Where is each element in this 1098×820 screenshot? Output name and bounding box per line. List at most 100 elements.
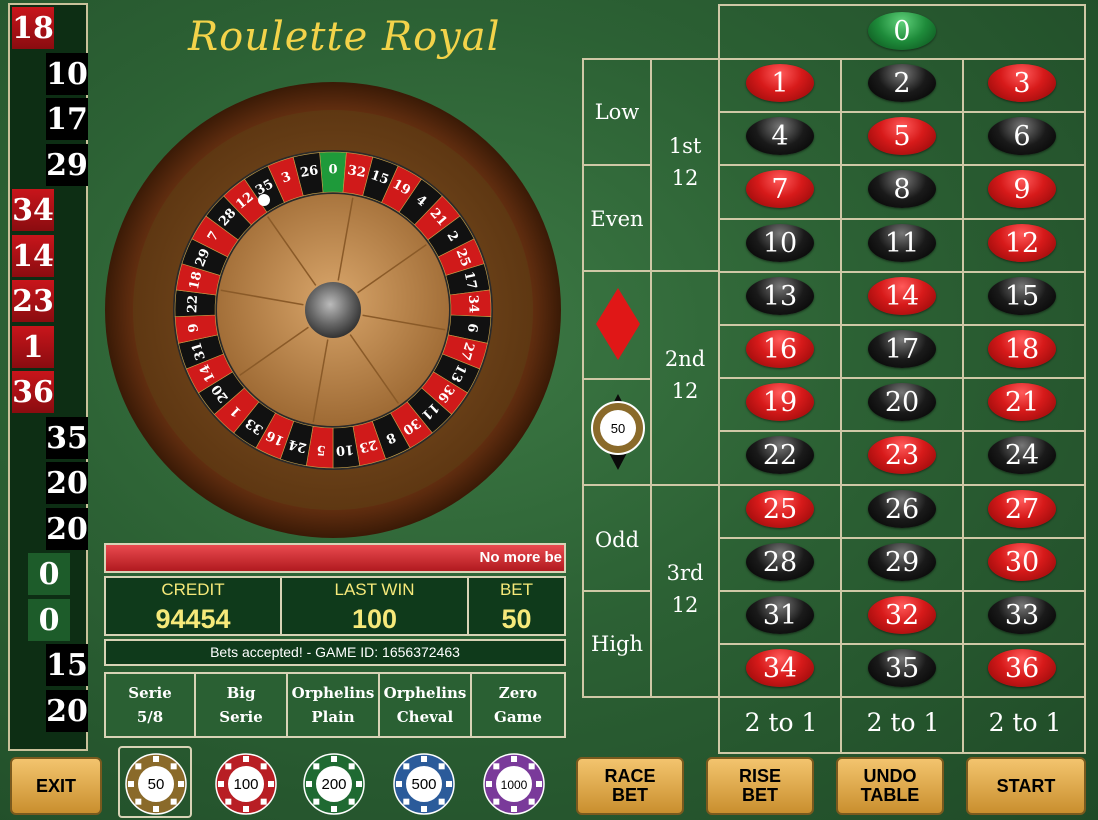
wheel-number: 10 [335,441,354,457]
number-16[interactable]: 16 [746,330,814,368]
history-number: 34 [12,189,54,231]
history-number: 0 [28,598,70,641]
number-11[interactable]: 11 [868,223,936,262]
number-22[interactable]: 22 [746,436,814,475]
number-15[interactable]: 15 [988,276,1056,315]
race-bet-button[interactable]: RACE BET [576,757,684,815]
number-12[interactable]: 12 [988,223,1056,262]
bet-chip-on-black[interactable]: 50 [590,392,646,472]
number-35[interactable]: 35 [868,649,936,688]
history-panel: 18 10 17 29 34 14 23 1 36 35 20 20 0 0 15 20 [8,3,88,751]
history-number: 0 [28,553,70,595]
chip-value: 1000 [501,778,528,792]
history-number: 1 [12,325,54,368]
race-bet-zero-game[interactable]: Zero Game [472,674,564,736]
number-18[interactable]: 18 [988,330,1056,368]
bet-box: BET 50 [469,578,564,634]
roulette-wheel: 0 32 15 19421225173462713361130823105241633… [105,82,561,538]
bet-odd[interactable]: Odd [584,528,650,552]
number-9[interactable]: 9 [988,170,1056,209]
rise-bet-button[interactable]: RISE BET [706,757,814,815]
column-3-bet[interactable]: 2 to 1 [966,708,1084,737]
number-14[interactable]: 14 [868,276,936,315]
chip-value: 100 [233,776,258,793]
number-30[interactable]: 30 [988,542,1056,581]
wheel-number: 9 [186,322,202,333]
number-32[interactable]: 32 [868,596,936,634]
history-number: 10 [46,52,88,95]
column-1-bet[interactable]: 2 to 1 [722,708,840,737]
number-4[interactable]: 4 [746,117,814,156]
exit-button[interactable]: EXIT [10,757,102,815]
number-27[interactable]: 27 [988,489,1056,528]
number-21[interactable]: 21 [988,383,1056,422]
race-bet-orphelins-plain[interactable]: Orphelins Plain [288,674,380,736]
number-31[interactable]: 31 [746,596,814,634]
chip-value: 500 [411,776,436,793]
history-number: 17 [46,98,88,140]
wheel-number: 26 [299,163,319,181]
history-number: 29 [46,143,88,186]
bet-dozen-3[interactable]: 3rd 12 [652,557,718,621]
number-33[interactable]: 33 [988,596,1056,634]
last-win-label: LAST WIN [334,580,415,599]
number-20[interactable]: 20 [868,383,936,422]
number-34[interactable]: 34 [746,649,814,688]
history-number: 15 [46,644,88,686]
number-2[interactable]: 2 [868,64,936,102]
column-2-bet[interactable]: 2 to 1 [844,708,962,737]
number-13[interactable]: 13 [746,276,814,315]
credit-value: 94454 [155,604,231,634]
chip-500[interactable]: 500 [392,752,456,816]
number-23[interactable]: 23 [868,436,936,475]
race-bet-serie-5-8[interactable]: Serie 5/8 [106,674,196,736]
ball [258,194,270,206]
bet-label: BET [499,580,534,599]
number-24[interactable]: 24 [988,436,1056,475]
chip-200[interactable]: 200 [302,752,366,816]
number-6[interactable]: 6 [988,117,1056,156]
bet-even[interactable]: Even [584,207,650,231]
wheel-number: 6 [464,322,480,333]
bet-low[interactable]: Low [584,100,650,124]
number-26[interactable]: 26 [868,489,936,528]
chip-50[interactable]: 50 [124,752,188,816]
number-36[interactable]: 36 [988,649,1056,688]
number-28[interactable]: 28 [746,542,814,581]
start-button[interactable]: START [966,757,1086,815]
number-3[interactable]: 3 [988,64,1056,102]
number-19[interactable]: 19 [746,383,814,422]
number-10[interactable]: 10 [746,223,814,262]
message-text: No more be [479,549,562,566]
bet-high[interactable]: High [584,632,650,656]
history-number: 20 [46,507,88,550]
history-number: 20 [46,462,88,504]
race-bet-orphelins-cheval[interactable]: Orphelins Cheval [380,674,472,736]
number-5[interactable]: 5 [868,117,936,156]
status-line: Bets accepted! - GAME ID: 1656372463 [104,639,566,666]
number-8[interactable]: 8 [868,170,936,209]
race-bet-big-serie[interactable]: Big Serie [196,674,288,736]
undo-table-button[interactable]: UNDO TABLE [836,757,944,815]
number-0[interactable]: 0 [868,12,936,50]
bet-dozen-2[interactable]: 2nd 12 [652,343,718,407]
number-1[interactable]: 1 [746,64,814,102]
message-bar: No more be [104,543,566,573]
number-25[interactable]: 25 [746,489,814,528]
chip-100[interactable]: 100 [214,752,278,816]
last-win-box: LAST WIN 100 [282,578,469,634]
bet-value: 50 [501,604,532,634]
credit-label: CREDIT [161,580,225,599]
history-number: 20 [46,689,88,732]
chip-1000[interactable]: 1000 [482,752,546,816]
number-7[interactable]: 7 [746,170,814,209]
history-number: 36 [12,371,54,413]
number-29[interactable]: 29 [868,542,936,581]
wheel-number: 32 [346,163,366,181]
bet-dozen-1[interactable]: 1st 12 [652,130,718,194]
race-bets-panel: Serie 5/8 Big Serie Orphelins Plain Orph… [104,672,566,738]
number-17[interactable]: 17 [868,330,936,368]
bet-chip-value: 50 [611,421,625,436]
bet-red-diamond-icon[interactable] [594,286,642,362]
wheel-number: 34 [465,295,481,314]
